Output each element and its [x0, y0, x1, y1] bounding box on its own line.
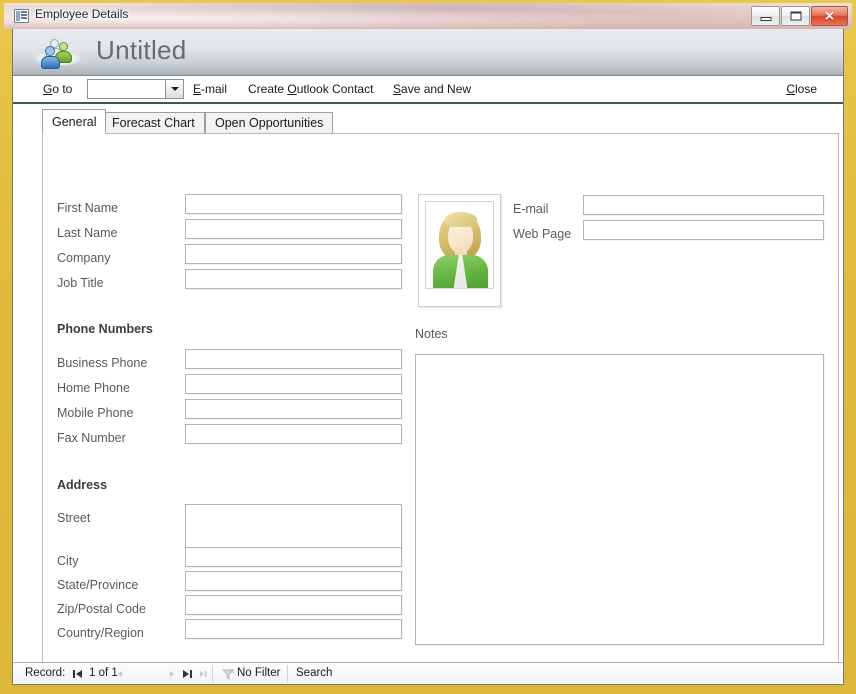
record-position: 1 of 1 — [89, 667, 118, 679]
access-form-icon — [14, 9, 29, 23]
job-title-input[interactable] — [186, 270, 401, 288]
zip-postal-code-field[interactable] — [185, 595, 402, 615]
city-input[interactable] — [186, 548, 401, 566]
status-separator-2 — [287, 665, 288, 683]
mobile-phone-field[interactable] — [185, 399, 402, 419]
zip-postal-code-label: Zip/Postal Code — [57, 602, 146, 616]
business-phone-input[interactable] — [186, 350, 401, 368]
home-phone-field[interactable] — [185, 374, 402, 394]
minimize-button[interactable] — [751, 6, 780, 26]
new-record-button[interactable] — [197, 667, 211, 681]
form-title: Untitled — [96, 35, 187, 65]
form-header-banner: Untitled — [13, 29, 843, 76]
web-page-label: Web Page — [513, 227, 572, 241]
minimize-icon — [760, 17, 771, 21]
notes-input[interactable] — [416, 355, 823, 644]
first-record-button[interactable] — [71, 667, 85, 681]
tab-open-opportunities[interactable]: Open Opportunities — [205, 112, 334, 134]
search-box[interactable]: Search — [296, 667, 332, 679]
last-name-input[interactable] — [186, 220, 401, 238]
company-input[interactable] — [186, 245, 401, 263]
close-form-button[interactable]: Close — [786, 82, 817, 96]
save-and-new-button[interactable]: Save and New — [393, 82, 471, 96]
state-province-input[interactable] — [186, 572, 401, 590]
notes-label: Notes — [415, 327, 448, 341]
phone-numbers-heading: Phone Numbers — [57, 322, 153, 336]
status-separator — [212, 665, 213, 683]
city-label: City — [57, 554, 79, 568]
country-region-label: Country/Region — [57, 626, 144, 640]
filter-status-label[interactable]: No Filter — [237, 667, 280, 679]
email-button[interactable]: E-mail — [193, 82, 227, 96]
maximize-button[interactable] — [781, 6, 810, 26]
first-name-label: First Name — [57, 201, 119, 215]
tab-forecast-chart[interactable]: Forecast Chart — [102, 112, 205, 134]
close-window-button[interactable]: ✕ — [811, 6, 848, 26]
tab-general[interactable]: General — [42, 109, 107, 134]
general-tab-panel: First Name Last Name Company Job Title P… — [42, 133, 839, 666]
record-label: Record: — [25, 667, 66, 679]
close-icon: ✕ — [824, 8, 835, 24]
business-phone-label: Business Phone — [57, 356, 148, 370]
last-name-field[interactable] — [185, 219, 402, 239]
fax-number-label: Fax Number — [57, 431, 126, 445]
go-to-input[interactable] — [88, 80, 164, 98]
notes-field[interactable] — [415, 354, 824, 645]
create-outlook-contact-button[interactable]: Create Outlook Contact — [248, 82, 373, 96]
email-field[interactable] — [583, 195, 824, 215]
contacts-people-icon — [35, 38, 81, 69]
home-phone-label: Home Phone — [57, 381, 130, 395]
chevron-down-icon[interactable] — [165, 80, 183, 98]
window-title: Employee Details — [35, 7, 129, 21]
business-phone-field[interactable] — [185, 349, 402, 369]
first-name-input[interactable] — [186, 195, 401, 213]
person-avatar-icon — [426, 202, 493, 288]
address-heading: Address — [57, 478, 108, 492]
employee-photo-image — [425, 201, 494, 289]
web-page-field[interactable] — [583, 220, 824, 240]
zip-postal-code-input[interactable] — [186, 596, 401, 614]
title-bar: Employee Details ✕ — [4, 3, 852, 29]
mobile-phone-label: Mobile Phone — [57, 406, 134, 420]
web-page-input[interactable] — [584, 221, 823, 239]
window-frame: Employee Details ✕ Untitled Go to E-mail… — [0, 0, 856, 694]
filter-funnel-icon — [221, 667, 235, 681]
next-record-button[interactable] — [165, 667, 179, 681]
street-field[interactable] — [185, 504, 402, 548]
fax-number-field[interactable] — [185, 424, 402, 444]
email-label: E-mail — [513, 202, 549, 216]
form-client-area: Untitled Go to E-mail Create Outlook Con… — [12, 29, 844, 685]
fax-number-input[interactable] — [186, 425, 401, 443]
city-field[interactable] — [185, 547, 402, 567]
title-bar-background — [4, 3, 852, 29]
record-navigator: Record: 1 of 1 No Filter Search — [13, 662, 843, 684]
restore-icon — [790, 11, 801, 21]
last-name-label: Last Name — [57, 226, 118, 240]
job-title-field[interactable] — [185, 269, 402, 289]
go-to-combobox[interactable] — [87, 79, 184, 99]
home-phone-input[interactable] — [186, 375, 401, 393]
street-label: Street — [57, 511, 91, 525]
first-name-field[interactable] — [185, 194, 402, 214]
form-toolbar: Go to E-mail Create Outlook Contact Save… — [13, 76, 843, 104]
company-label: Company — [57, 251, 111, 265]
email-input[interactable] — [584, 196, 823, 214]
country-region-field[interactable] — [185, 619, 402, 639]
company-field[interactable] — [185, 244, 402, 264]
go-to-label: Go to — [43, 82, 73, 96]
mobile-phone-input[interactable] — [186, 400, 401, 418]
state-province-field[interactable] — [185, 571, 402, 591]
job-title-label: Job Title — [57, 276, 104, 290]
street-input[interactable] — [186, 505, 401, 547]
state-province-label: State/Province — [57, 578, 139, 592]
country-region-input[interactable] — [186, 620, 401, 638]
last-record-button[interactable] — [180, 667, 194, 681]
employee-photo[interactable] — [418, 194, 501, 307]
